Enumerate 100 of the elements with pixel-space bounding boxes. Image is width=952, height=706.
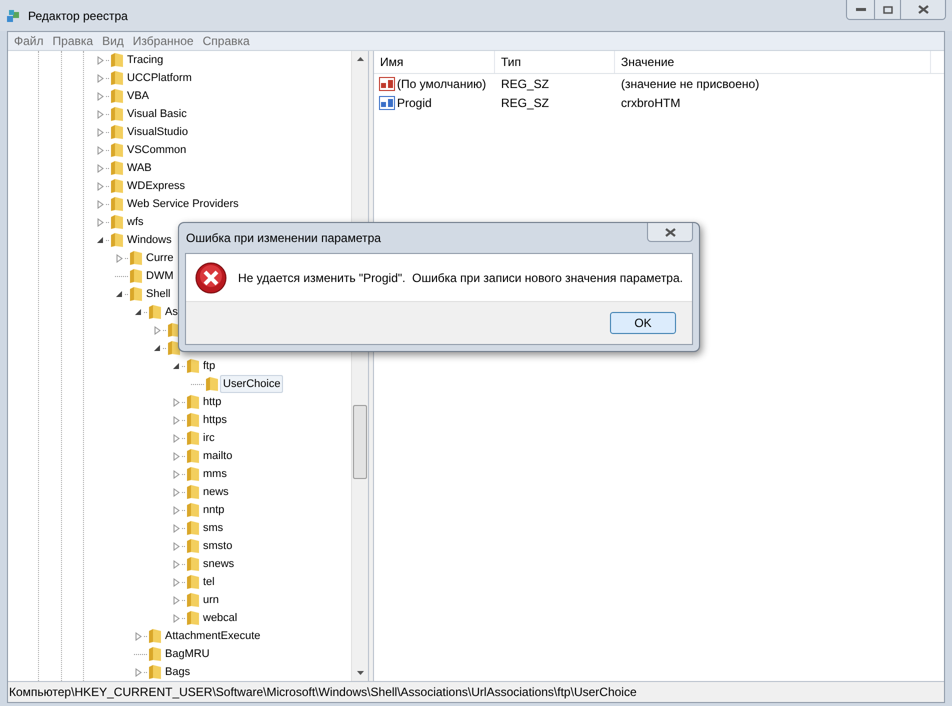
- expand-arrow-icon[interactable]: [96, 110, 105, 118]
- expand-arrow-icon[interactable]: [172, 596, 181, 604]
- menu-item[interactable]: Избранное: [130, 32, 197, 50]
- menu-item[interactable]: Вид: [99, 32, 127, 50]
- folder-icon: [186, 484, 200, 500]
- tree-item[interactable]: Visual Basic: [127, 106, 187, 122]
- error-icon: [195, 262, 227, 294]
- expand-arrow-icon[interactable]: [96, 74, 105, 82]
- expand-arrow-icon[interactable]: [172, 398, 181, 406]
- menu-item[interactable]: Правка: [50, 32, 96, 50]
- folder-icon: [186, 556, 200, 572]
- ok-button[interactable]: OK: [610, 312, 676, 334]
- folder-icon: [110, 214, 124, 230]
- tree-item[interactable]: ftp: [203, 358, 216, 374]
- expand-arrow-icon[interactable]: [96, 200, 105, 208]
- collapse-arrow-icon[interactable]: [153, 344, 162, 352]
- collapse-arrow-icon[interactable]: [134, 308, 143, 316]
- expand-arrow-icon[interactable]: [172, 578, 181, 586]
- tree-item[interactable]: sms: [203, 520, 224, 536]
- close-button[interactable]: [901, 0, 945, 19]
- expand-arrow-icon[interactable]: [172, 434, 181, 442]
- tree-item[interactable]: WDExpress: [127, 178, 186, 194]
- maximize-button[interactable]: [875, 0, 901, 19]
- dialog-close-button[interactable]: [647, 223, 693, 242]
- expand-arrow-icon[interactable]: [172, 542, 181, 550]
- tree-item[interactable]: Shell: [146, 286, 170, 302]
- tree-item[interactable]: VisualStudio: [127, 124, 188, 140]
- minimize-icon: [856, 8, 866, 12]
- expand-arrow-icon[interactable]: [172, 524, 181, 532]
- scroll-thumb[interactable]: [353, 405, 367, 479]
- expand-arrow-icon[interactable]: [96, 146, 105, 154]
- tree-item[interactable]: As: [165, 304, 178, 320]
- tree-item[interactable]: snews: [203, 556, 234, 572]
- tree-item[interactable]: VSCommon: [127, 142, 186, 158]
- tree-item[interactable]: smsto: [203, 538, 232, 554]
- expand-arrow-icon[interactable]: [134, 632, 143, 640]
- tree-item[interactable]: VBA: [127, 88, 150, 104]
- expand-arrow-icon[interactable]: [172, 614, 181, 622]
- collapse-arrow-icon[interactable]: [172, 362, 181, 370]
- tree-item[interactable]: UCCPlatform: [127, 70, 192, 86]
- expand-arrow-icon[interactable]: [172, 416, 181, 424]
- tree-item[interactable]: BagMRU: [165, 646, 210, 662]
- value-name[interactable]: (По умолчанию): [397, 74, 486, 92]
- expand-arrow-icon[interactable]: [96, 164, 105, 172]
- tree-item[interactable]: DWM: [146, 268, 174, 284]
- expand-arrow-icon[interactable]: [172, 488, 181, 496]
- expand-arrow-icon[interactable]: [96, 218, 105, 226]
- menu-item[interactable]: Справка: [200, 32, 253, 50]
- folder-icon: [186, 520, 200, 536]
- tree-item[interactable]: wfs: [127, 214, 144, 230]
- tree-item[interactable]: AttachmentExecute: [165, 628, 260, 644]
- value-data: (значение не присвоено): [620, 76, 760, 92]
- tree-item[interactable]: Bags: [165, 664, 190, 680]
- expand-arrow-icon[interactable]: [172, 560, 181, 568]
- folder-icon: [129, 268, 143, 284]
- folder-icon: [129, 250, 143, 266]
- minimize-button[interactable]: [847, 0, 875, 19]
- tree-item[interactable]: news: [203, 484, 229, 500]
- folder-icon: [129, 286, 143, 302]
- expand-arrow-icon[interactable]: [172, 452, 181, 460]
- expand-arrow-icon[interactable]: [153, 326, 162, 334]
- tree-item[interactable]: Windows: [127, 232, 172, 248]
- tree-item[interactable]: mailto: [203, 448, 232, 464]
- folder-icon: [186, 394, 200, 410]
- expand-arrow-icon[interactable]: [172, 506, 181, 514]
- tree-item[interactable]: WAB: [127, 160, 152, 176]
- tree-item[interactable]: Web Service Providers: [127, 196, 239, 212]
- tree-item[interactable]: urn: [203, 592, 219, 608]
- expand-arrow-icon[interactable]: [134, 668, 143, 676]
- tree-item[interactable]: Tracing: [127, 52, 164, 68]
- expand-arrow-icon[interactable]: [96, 92, 105, 100]
- folder-icon: [110, 142, 124, 158]
- tree-item[interactable]: webcal: [203, 610, 238, 626]
- column-header[interactable]: Тип: [495, 51, 615, 73]
- tree-item[interactable]: Curre: [146, 250, 174, 266]
- tree-item[interactable]: irc: [203, 430, 215, 446]
- tree-item[interactable]: UserChoice: [220, 375, 284, 393]
- expand-arrow-icon[interactable]: [96, 56, 105, 64]
- tree-item[interactable]: http: [203, 394, 222, 410]
- menu-item[interactable]: Файл: [11, 32, 47, 50]
- value-name[interactable]: Progid: [397, 94, 432, 112]
- tree-item[interactable]: tel: [203, 574, 215, 590]
- collapse-arrow-icon[interactable]: [96, 236, 105, 244]
- folder-icon: [110, 160, 124, 176]
- maximize-icon: [882, 6, 892, 14]
- tree-item[interactable]: https: [203, 412, 227, 428]
- expand-arrow-icon[interactable]: [115, 254, 124, 262]
- expand-arrow-icon[interactable]: [172, 470, 181, 478]
- tree-item[interactable]: mms: [203, 466, 227, 482]
- column-header[interactable]: Имя: [374, 51, 495, 73]
- expand-arrow-icon[interactable]: [96, 182, 105, 190]
- folder-icon: [148, 628, 162, 644]
- folder-icon: [186, 574, 200, 590]
- tree-item[interactable]: nntp: [203, 502, 224, 518]
- collapse-arrow-icon[interactable]: [115, 290, 124, 298]
- dialog-title: Ошибка при изменении параметра: [186, 230, 381, 247]
- expand-arrow-icon[interactable]: [96, 128, 105, 136]
- folder-icon: [186, 610, 200, 626]
- column-header[interactable]: Значение: [615, 51, 931, 73]
- folder-icon: [186, 430, 200, 446]
